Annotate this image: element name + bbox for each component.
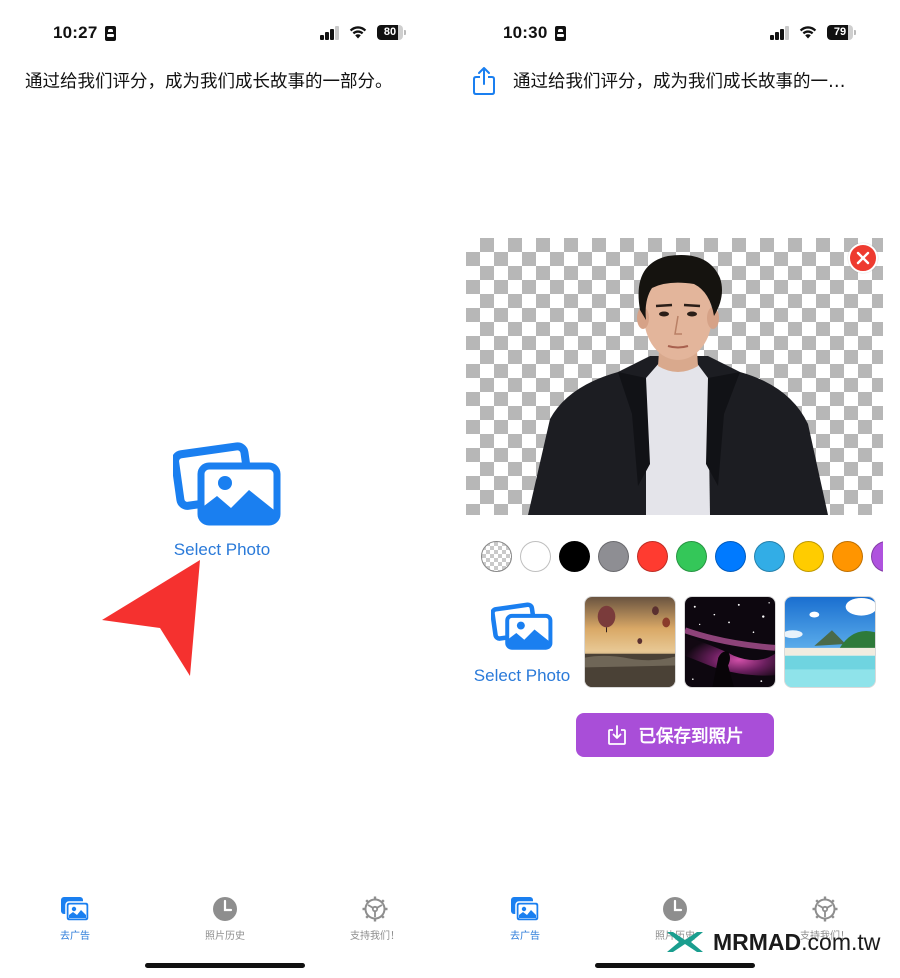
battery-level: 79: [827, 25, 853, 40]
tab-label: 支持我们！: [350, 931, 400, 942]
swatch-white[interactable]: [520, 541, 551, 572]
swatch-blue[interactable]: [715, 541, 746, 572]
gear-icon: [362, 896, 388, 922]
battery-level: 80: [377, 25, 403, 40]
background-image-picker: Select Photo: [466, 596, 900, 690]
tab-remove-ads[interactable]: 去广告: [25, 895, 125, 942]
tab-label: 去广告: [510, 931, 540, 942]
close-icon: [856, 251, 870, 265]
swatch-yellow[interactable]: [793, 541, 824, 572]
clock-icon: [213, 897, 237, 921]
swatch-red[interactable]: [637, 541, 668, 572]
select-photo-button[interactable]: Select Photo: [466, 600, 578, 686]
screen-before: 10:27 80 通过给我们评分，成为我们成长故事的一部分。 Select Ph…: [0, 0, 450, 978]
clock-icon: [663, 897, 687, 921]
battery-icon: 80: [377, 25, 407, 40]
status-time: 10:27: [53, 23, 98, 42]
rating-prompt[interactable]: 通过给我们评分，成为我们成长故事的一部分。: [25, 68, 393, 93]
save-button-label: 已保存到照片: [638, 726, 744, 747]
background-nebula[interactable]: [684, 596, 776, 688]
swatch-orange[interactable]: [832, 541, 863, 572]
gear-icon: [812, 896, 838, 922]
photos-icon: [511, 897, 540, 922]
cellular-signal-icon: [320, 26, 340, 40]
rating-prompt[interactable]: 通过给我们评分，成为我们成长故事的一…: [513, 68, 883, 93]
background-hot-air-balloons[interactable]: [584, 596, 676, 688]
mrmad-logo-icon: [667, 932, 703, 952]
tab-label: 去广告: [60, 931, 90, 942]
tab-support-us[interactable]: 支持我们！: [325, 895, 425, 942]
tab-label: 照片历史: [205, 931, 245, 942]
swatch-transparent[interactable]: [481, 541, 512, 572]
annotation-arrow: [102, 560, 200, 676]
hot-air-balloons-thumbnail: [585, 597, 675, 687]
status-time: 10:30: [503, 23, 548, 42]
select-photo-label: Select Photo: [473, 666, 571, 685]
status-bar: 10:27 80: [0, 20, 450, 46]
swatch-black[interactable]: [559, 541, 590, 572]
tab-photo-history[interactable]: 照片历史: [175, 895, 275, 942]
background-color-picker: [481, 540, 883, 574]
tab-bar: 去广告 照片历史 支持: [0, 895, 450, 955]
photo-canvas[interactable]: [466, 238, 883, 515]
battery-icon: 79: [827, 25, 857, 40]
cutout-portrait: [528, 254, 828, 515]
select-photo-label: Select Photo: [173, 540, 271, 559]
select-photo-button[interactable]: Select Photo: [168, 438, 286, 560]
tab-remove-ads[interactable]: 去广告: [475, 895, 575, 942]
swatch-purple[interactable]: [871, 541, 883, 572]
status-bar: 10:30 79: [450, 20, 900, 46]
photos-icon: [491, 602, 553, 650]
tropical-beach-thumbnail: [785, 597, 875, 687]
remove-photo-button[interactable]: [848, 243, 878, 273]
swatch-gray[interactable]: [598, 541, 629, 572]
home-indicator[interactable]: [595, 963, 755, 968]
download-icon: [607, 725, 626, 745]
swatch-light-blue[interactable]: [754, 541, 785, 572]
wifi-icon: [799, 26, 817, 39]
wifi-icon: [349, 26, 367, 39]
share-icon[interactable]: [472, 66, 496, 96]
swatch-green[interactable]: [676, 541, 707, 572]
photos-icon: [173, 442, 281, 526]
photos-icon: [61, 897, 90, 922]
home-indicator[interactable]: [145, 963, 305, 968]
screen-after: 10:30 79 通过给我们评分，成为我们成长故事的一… Select Phot…: [450, 0, 900, 978]
watermark-text: MRMAD.com.tw: [713, 928, 881, 955]
background-tropical-beach[interactable]: [784, 596, 876, 688]
nebula-thumbnail: [685, 597, 775, 687]
save-to-photos-button[interactable]: 已保存到照片: [576, 713, 774, 757]
watermark: MRMAD.com.tw: [665, 927, 880, 957]
cellular-signal-icon: [770, 26, 790, 40]
focus-mode-icon: [555, 26, 566, 41]
focus-mode-icon: [105, 26, 116, 41]
